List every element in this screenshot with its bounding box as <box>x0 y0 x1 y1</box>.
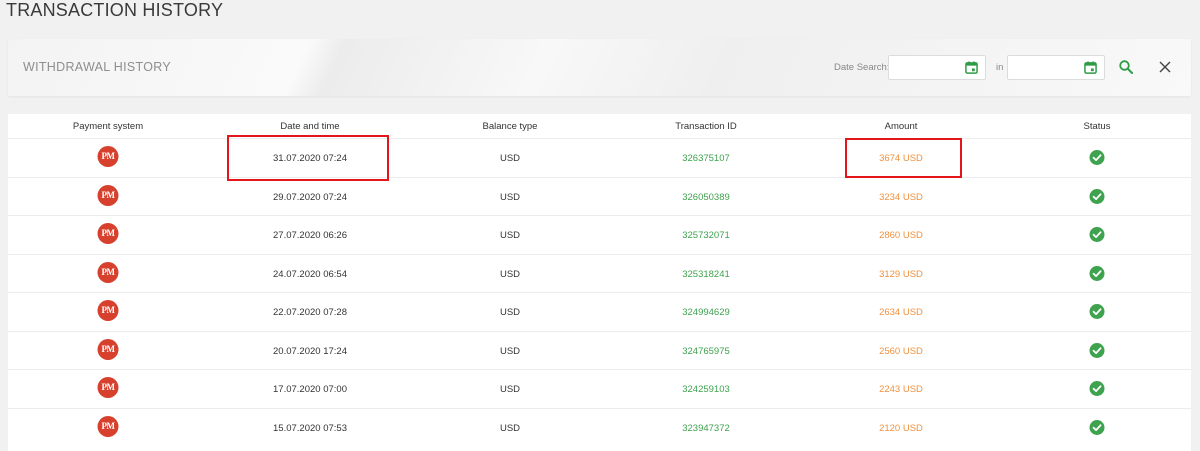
balance-type-cell: USD <box>499 307 521 318</box>
amount-cell: 2243 USD <box>879 384 923 395</box>
date-time-cell: 31.07.2020 07:24 <box>273 153 347 164</box>
amount-cell: 3234 USD <box>879 191 923 203</box>
date-time-cell: 22.07.2020 07:28 <box>273 307 347 318</box>
balance-type-cell: USD <box>499 345 521 357</box>
date-time-cell: 29.07.2020 07:24 <box>273 191 347 203</box>
check-circle-icon <box>1089 188 1105 204</box>
perfect-money-logo: PM <box>97 415 119 437</box>
transaction-id-cell: 325732071 <box>682 230 730 241</box>
header-transaction-id: Transaction ID <box>675 121 737 132</box>
header-date-time: Date and time <box>280 121 340 132</box>
transaction-id-cell: 326375107 <box>682 153 730 164</box>
amount-cell: 2860 USD <box>879 230 923 241</box>
check-circle-icon <box>1089 304 1105 319</box>
header-balance-type: Balance type <box>482 121 538 132</box>
calendar-icon[interactable] <box>1084 61 1097 74</box>
date-to-input[interactable] <box>1007 55 1105 80</box>
date-time-cell: 27.07.2020 06:26 <box>273 230 347 241</box>
perfect-money-logo: PM <box>97 377 119 398</box>
panel-title: WITHDRAWAL HISTORY <box>23 60 172 74</box>
perfect-money-logo: PM <box>97 184 119 206</box>
table-row: PM 31.07.2020 07:24 USD 326375107 3674 USD <box>8 138 1191 176</box>
balance-type-cell: USD <box>499 268 521 280</box>
check-circle-icon <box>1089 419 1105 435</box>
in-label: in <box>996 62 1004 73</box>
date-time-cell: 20.07.2020 17:24 <box>273 345 347 357</box>
check-circle-icon <box>1089 381 1105 396</box>
transaction-id-cell: 325318241 <box>682 268 730 280</box>
header-payment-system: Payment system <box>72 121 144 132</box>
date-from-input[interactable] <box>888 55 986 80</box>
transaction-id-cell: 324259103 <box>682 384 730 395</box>
amount-cell: 3674 USD <box>879 153 923 164</box>
table-row: PM 29.07.2020 07:24 USD 326050389 3234 USD <box>8 176 1191 215</box>
balance-type-cell: USD <box>499 384 521 395</box>
perfect-money-logo: PM <box>97 300 119 321</box>
table-header: Payment system Date and time Balance typ… <box>8 114 1191 138</box>
close-icon[interactable] <box>1158 60 1172 74</box>
filter-panel: WITHDRAWAL HISTORY Date Search: in <box>8 39 1191 96</box>
perfect-money-logo: PM <box>97 261 119 283</box>
perfect-money-logo: PM <box>97 146 119 167</box>
balance-type-cell: USD <box>499 153 521 164</box>
table-row: PM 24.07.2020 06:54 USD 325318241 3129 USD <box>8 253 1191 292</box>
date-search-label: Date Search: <box>834 62 890 73</box>
transaction-id-cell: 323947372 <box>682 422 730 434</box>
amount-cell: 2634 USD <box>879 307 923 318</box>
header-amount: Amount <box>884 121 918 132</box>
transactions-table: Payment system Date and time Balance typ… <box>8 114 1191 451</box>
table-row: PM 22.07.2020 07:28 USD 324994629 2634 USD <box>8 292 1191 330</box>
table-row: PM 20.07.2020 17:24 USD 324765975 2560 USD <box>8 330 1191 369</box>
perfect-money-logo: PM <box>97 223 119 244</box>
check-circle-icon <box>1089 342 1105 358</box>
page-title: TRANSACTION HISTORY <box>6 0 224 20</box>
transaction-id-cell: 324765975 <box>682 345 730 357</box>
balance-type-cell: USD <box>499 422 521 434</box>
table-row: PM 17.07.2020 07:00 USD 324259103 2243 USD <box>8 369 1191 407</box>
table-row: PM 15.07.2020 07:53 USD 323947372 2120 USD <box>8 407 1191 446</box>
header-status: Status <box>1083 121 1111 132</box>
check-circle-icon <box>1089 150 1105 165</box>
check-circle-icon <box>1089 227 1105 242</box>
balance-type-cell: USD <box>499 191 521 203</box>
date-time-cell: 17.07.2020 07:00 <box>273 384 347 395</box>
check-circle-icon <box>1089 265 1105 281</box>
calendar-icon[interactable] <box>965 61 978 74</box>
amount-cell: 2120 USD <box>879 422 923 434</box>
balance-type-cell: USD <box>499 230 521 241</box>
date-time-cell: 15.07.2020 07:53 <box>273 422 347 434</box>
search-icon[interactable] <box>1118 59 1134 75</box>
transaction-id-cell: 326050389 <box>682 191 730 203</box>
transaction-id-cell: 324994629 <box>682 307 730 318</box>
date-time-cell: 24.07.2020 06:54 <box>273 268 347 280</box>
perfect-money-logo: PM <box>97 338 119 360</box>
amount-cell: 2560 USD <box>879 345 923 357</box>
table-row: PM 27.07.2020 06:26 USD 325732071 2860 USD <box>8 215 1191 253</box>
amount-cell: 3129 USD <box>879 268 923 280</box>
